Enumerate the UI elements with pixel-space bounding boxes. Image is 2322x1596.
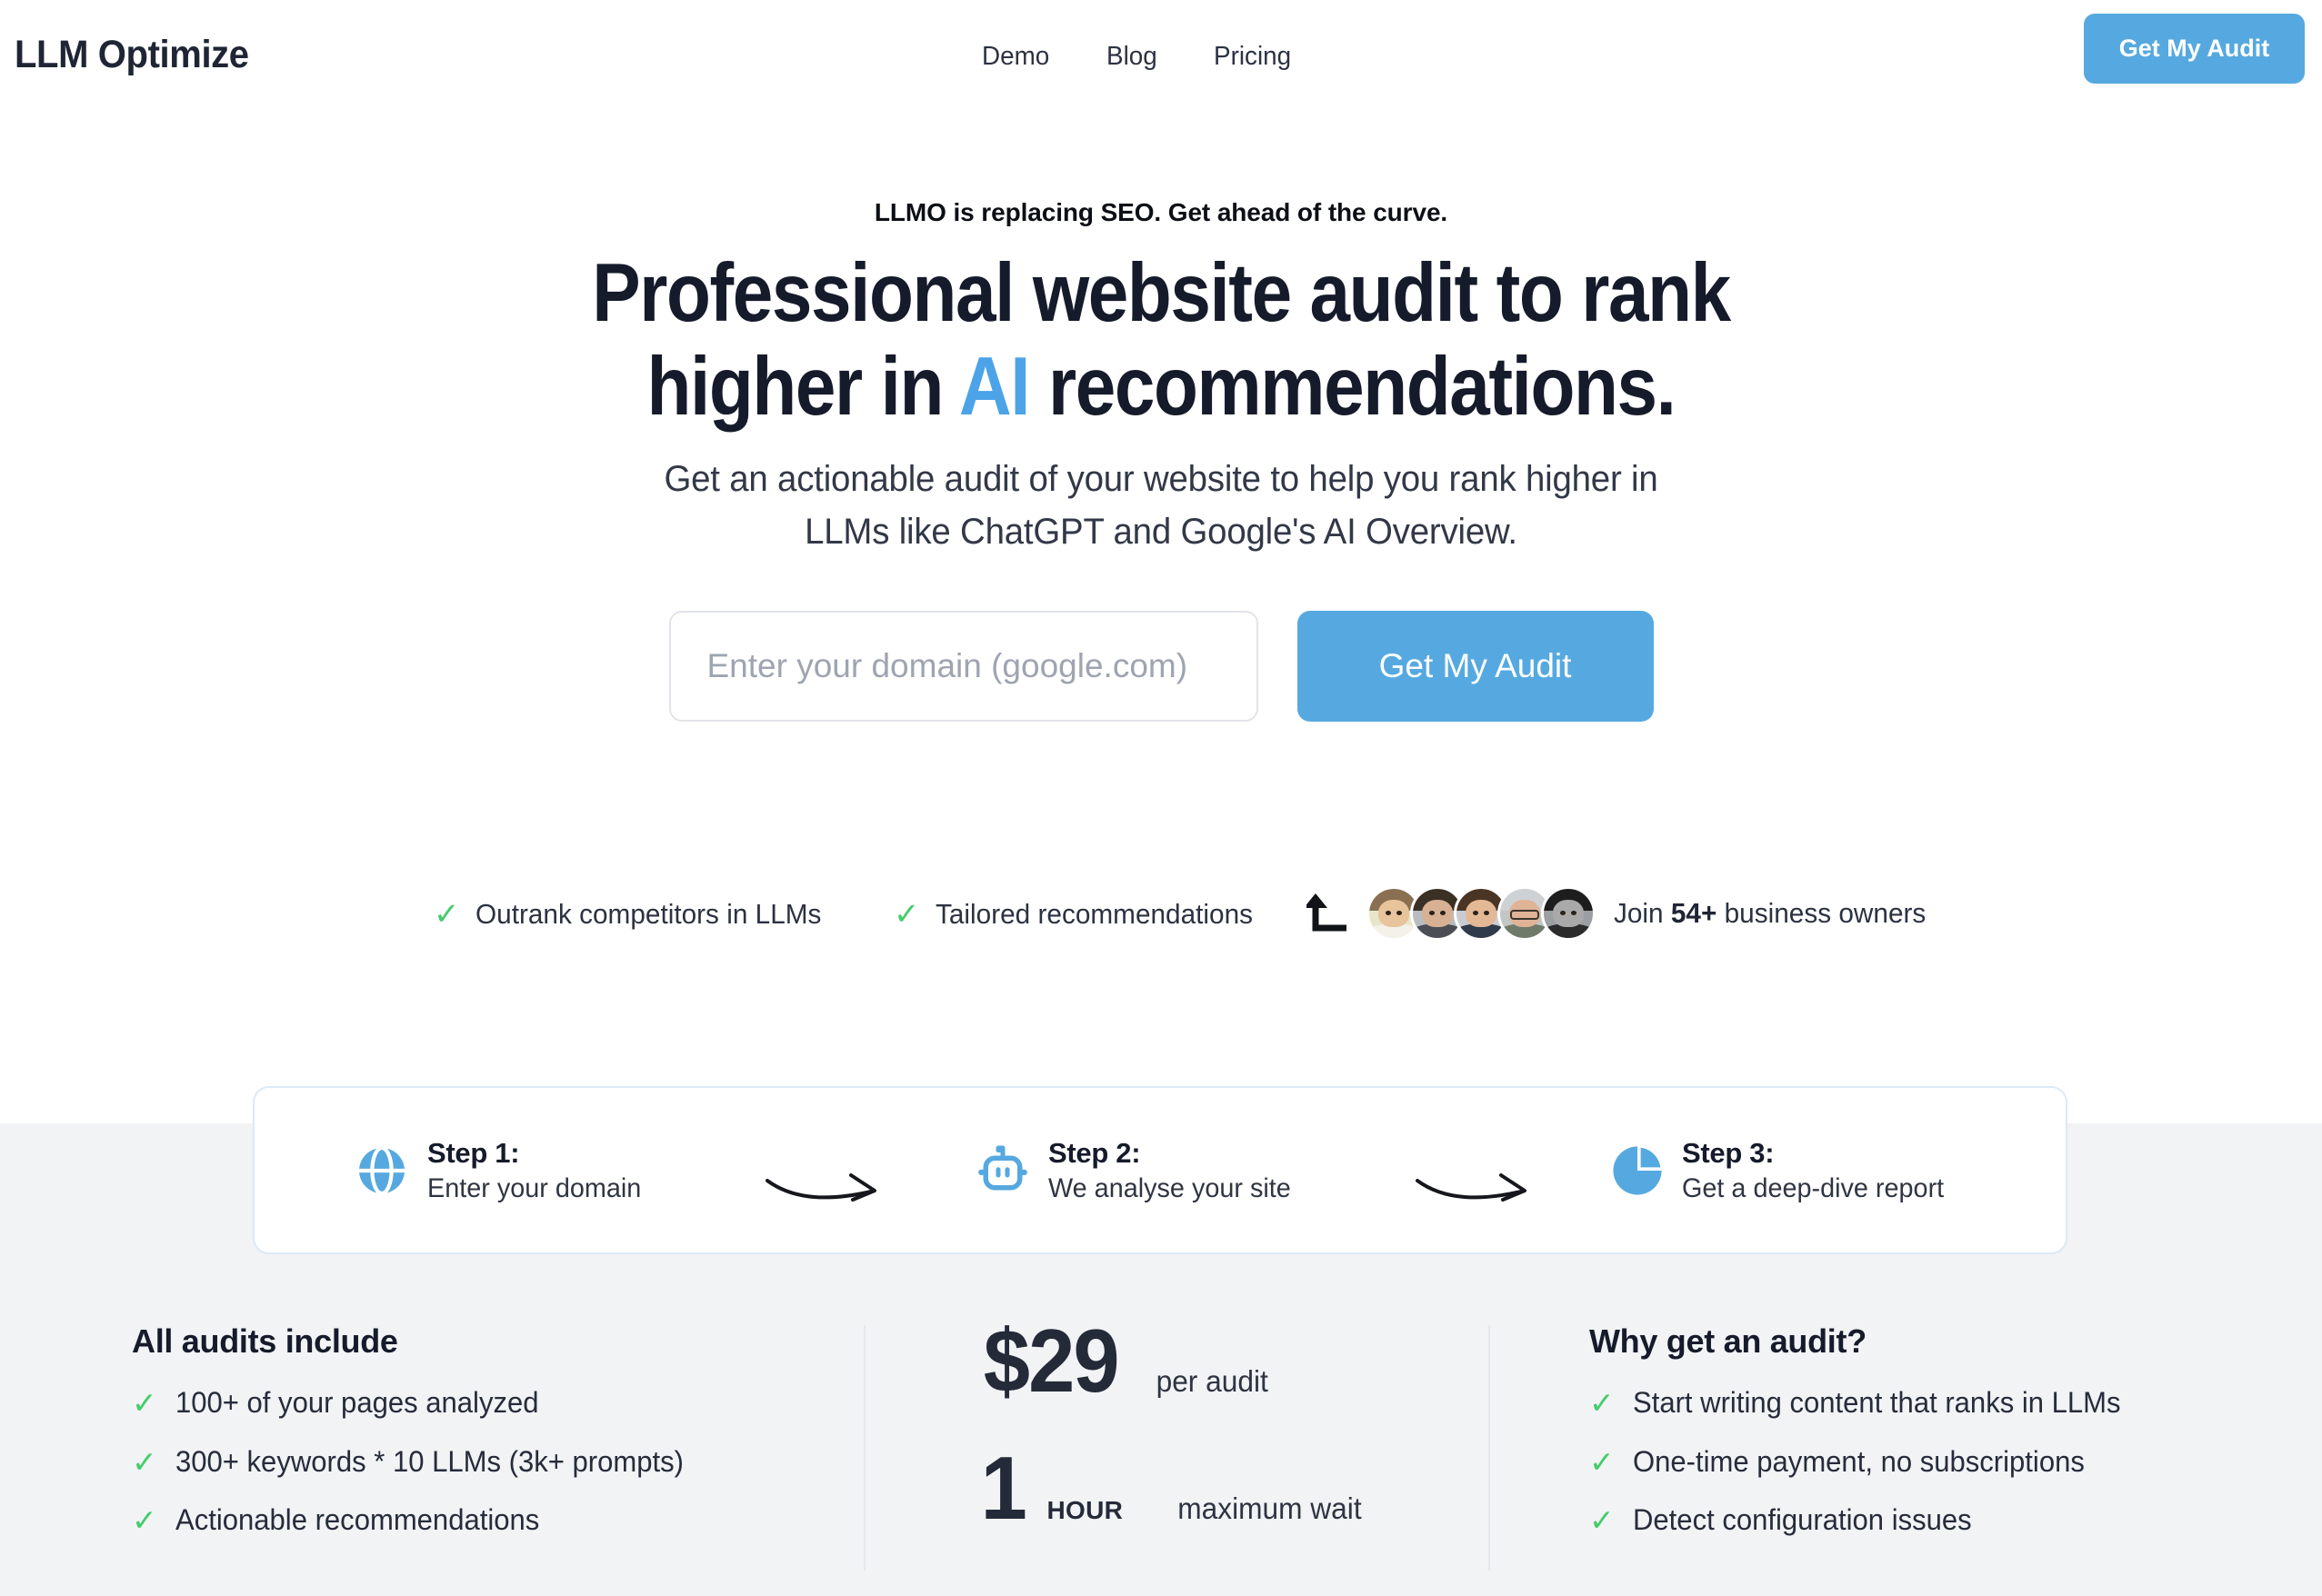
nav-item-pricing[interactable]: Pricing xyxy=(1214,42,1291,72)
check-icon: ✓ xyxy=(132,1386,157,1420)
hero-feature-1: ✓ Outrank competitors in LLMs xyxy=(434,898,836,931)
subhead-line-1: Get an actionable audit of your website … xyxy=(664,459,1658,499)
why-get-audit-column: Why get an audit? ✓ Start writing conten… xyxy=(1589,1322,2136,1537)
globe-icon xyxy=(359,1145,405,1195)
hero-audit-form: Get My Audit xyxy=(0,611,2322,722)
info-columns: All audits include ✓ 100+ of your pages … xyxy=(0,1300,2322,1596)
site-logo[interactable]: LLM Optimize xyxy=(15,33,249,77)
domain-input[interactable] xyxy=(668,611,1258,722)
hero-feature-2-label: Tailored recommendations xyxy=(935,898,1253,930)
why-item: ✓ Detect configuration issues xyxy=(1589,1505,2136,1537)
turn-up-arrow-icon xyxy=(1306,893,1346,932)
hero-feature-1-label: Outrank competitors in LLMs xyxy=(475,898,821,930)
social-proof: Join 54+ business owners xyxy=(1306,886,1939,941)
avatar xyxy=(1541,886,1596,941)
main-nav: Demo Blog Pricing xyxy=(982,42,1295,72)
headline-highlight-ai: AI xyxy=(958,340,1031,433)
headline-line-2: higher in AI recommendations. xyxy=(139,341,2183,434)
avatar-group xyxy=(1366,886,1596,941)
check-icon: ✓ xyxy=(894,897,920,932)
headline-line-2-after: recommendations. xyxy=(1029,340,1676,433)
check-icon: ✓ xyxy=(132,1444,157,1479)
wait-unit: maximum wait xyxy=(1177,1491,1362,1525)
step-1-title: Step 1: xyxy=(427,1136,520,1169)
step-2-title: Step 2: xyxy=(1048,1136,1141,1169)
header-get-my-audit-button[interactable]: Get My Audit xyxy=(2084,14,2305,84)
pricing-column: $29 per audit 1 HOUR maximum wait xyxy=(979,1316,1366,1532)
landing-page: LLM Optimize Demo Blog Pricing Get My Au… xyxy=(0,0,2322,1596)
column-divider-right xyxy=(1488,1325,1490,1571)
social-proof-count: 54+ xyxy=(1670,897,1717,929)
step-3-desc: Get a deep-dive report xyxy=(1682,1172,1945,1203)
column-divider-left xyxy=(864,1325,866,1571)
step-2: Step 2: We analyse your site xyxy=(976,1137,1301,1204)
steps-card: Step 1: Enter your domain Step 2: We ana… xyxy=(253,1086,2067,1254)
social-proof-prefix: Join xyxy=(1614,897,1671,929)
wait-number: 1 xyxy=(980,1438,1027,1538)
site-header: LLM Optimize Demo Blog Pricing Get My Au… xyxy=(0,0,2322,114)
all-audits-include-column: All audits include ✓ 100+ of your pages … xyxy=(132,1322,699,1537)
why-item: ✓ One-time payment, no subscriptions xyxy=(1589,1444,2136,1479)
why-item: ✓ Start writing content that ranks in LL… xyxy=(1589,1386,2136,1420)
check-icon: ✓ xyxy=(1589,1444,1615,1479)
social-proof-label: Join 54+ business owners xyxy=(1614,897,1926,930)
step-1-desc: Enter your domain xyxy=(427,1172,642,1203)
why-item-label: One-time payment, no subscriptions xyxy=(1632,1444,2085,1478)
check-icon: ✓ xyxy=(1589,1386,1615,1420)
social-proof-suffix: business owners xyxy=(1716,897,1927,929)
step-3-title: Step 3: xyxy=(1682,1136,1775,1169)
arrow-right-icon-1 xyxy=(766,1173,876,1202)
check-icon: ✓ xyxy=(132,1503,157,1538)
audits-item-label: 100+ of your pages analyzed xyxy=(175,1386,539,1419)
pie-chart-icon xyxy=(1613,1145,1662,1195)
why-title: Why get an audit? xyxy=(1589,1322,1867,1360)
step-3: Step 3: Get a deep-dive report xyxy=(1611,1137,1955,1204)
audits-item: ✓ 300+ keywords * 10 LLMs (3k+ prompts) xyxy=(132,1444,699,1479)
hero-get-my-audit-button[interactable]: Get My Audit xyxy=(1296,611,1654,722)
check-icon: ✓ xyxy=(1589,1503,1615,1538)
wait-word: HOUR xyxy=(1046,1496,1124,1524)
headline-line-2-before: higher in xyxy=(646,340,959,433)
nav-item-blog[interactable]: Blog xyxy=(1106,42,1157,72)
audits-item: ✓ Actionable recommendations xyxy=(132,1505,699,1537)
all-audits-title: All audits include xyxy=(132,1322,398,1360)
wait-row: 1 HOUR maximum wait xyxy=(979,1443,1366,1532)
why-item-label: Detect configuration issues xyxy=(1632,1503,1972,1537)
audits-item-label: 300+ keywords * 10 LLMs (3k+ prompts) xyxy=(175,1444,684,1478)
audits-item-label: Actionable recommendations xyxy=(175,1503,539,1537)
hero-subheading: Get an actionable audit of your website … xyxy=(0,453,2322,558)
audits-item: ✓ 100+ of your pages analyzed xyxy=(132,1386,699,1420)
price-unit: per audit xyxy=(1156,1364,1268,1398)
nav-item-demo[interactable]: Demo xyxy=(982,42,1049,72)
step-2-desc: We analyse your site xyxy=(1048,1172,1291,1203)
price-amount: $29 xyxy=(983,1311,1120,1411)
check-icon: ✓ xyxy=(434,897,460,932)
price-row: $29 per audit xyxy=(979,1316,1366,1405)
hero-eyebrow: LLMO is replacing SEO. Get ahead of the … xyxy=(874,198,1448,226)
hero-feature-2: ✓ Tailored recommendations xyxy=(894,898,1266,931)
subhead-line-2: LLMs like ChatGPT and Google's AI Overvi… xyxy=(805,512,1517,552)
robot-icon xyxy=(978,1145,1027,1190)
why-item-label: Start writing content that ranks in LLMs xyxy=(1632,1386,2121,1419)
step-1: Step 1: Enter your domain xyxy=(355,1137,650,1204)
headline-line-1: Professional website audit to rank xyxy=(592,247,1731,339)
hero-headline: Professional website audit to rank highe… xyxy=(0,247,2322,434)
arrow-right-icon-2 xyxy=(1416,1173,1526,1202)
